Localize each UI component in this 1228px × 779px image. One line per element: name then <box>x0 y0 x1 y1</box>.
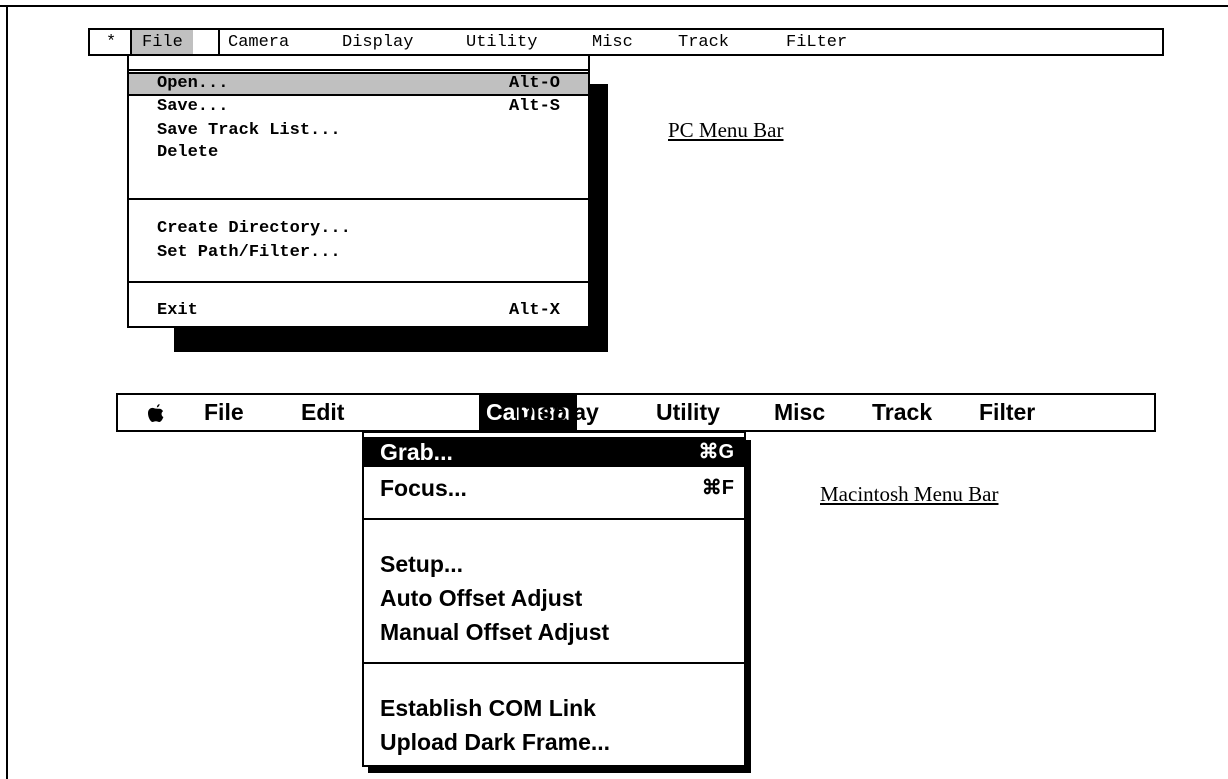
menu-item-label: Exit <box>157 301 198 320</box>
mac-menu-track[interactable]: Track <box>872 395 932 430</box>
menu-item-label: Delete <box>157 143 219 162</box>
pc-file-dropdown: Open... Alt-O Save... Alt-S Save Track L… <box>127 54 590 328</box>
mac-menu-filter[interactable]: Filter <box>979 395 1035 430</box>
pc-menu-misc[interactable]: Misc <box>592 30 633 54</box>
pc-menu-track[interactable]: Track <box>678 30 729 54</box>
mac-item-establish-com-link[interactable]: Establish COM Link <box>364 693 744 723</box>
pc-item-exit[interactable]: Exit Alt-X <box>129 300 588 322</box>
menu-item-label: Set Path/Filter... <box>157 243 341 262</box>
frame-left-border <box>6 5 8 779</box>
pc-menu-display[interactable]: Display <box>342 30 413 54</box>
menu-item-shortcut: ⌘F <box>701 477 734 499</box>
mac-menu-edit[interactable]: Edit <box>301 395 344 430</box>
mac-caption: Macintosh Menu Bar <box>820 482 999 506</box>
apple-icon[interactable] <box>148 404 164 422</box>
menu-item-shortcut: Alt-S <box>508 97 560 116</box>
pc-system-menu[interactable]: * <box>106 30 116 54</box>
mac-item-setup[interactable]: Setup... <box>364 549 744 579</box>
mac-item-focus[interactable]: Focus... ⌘F <box>364 473 744 503</box>
pc-menu-bar: * File Camera Display Utility Misc Track… <box>88 28 1164 56</box>
pc-menu-filter[interactable]: FiLter <box>786 30 847 54</box>
pc-menu-camera[interactable]: Camera <box>228 30 289 54</box>
menu-item-label: Setup... <box>380 551 464 577</box>
pc-menu-shadow <box>174 328 608 352</box>
menu-item-label: Save... <box>157 97 229 116</box>
frame-top-border <box>0 5 1228 7</box>
menu-item-label: Establish COM Link <box>380 695 596 721</box>
pc-menu-shadow <box>588 84 608 352</box>
menu-item-label: Grab... <box>380 439 453 465</box>
menu-item-label: Create Directory... <box>157 219 351 238</box>
mac-item-upload-dark-frame[interactable]: Upload Dark Frame... <box>364 727 744 757</box>
pc-menu-file[interactable]: File <box>132 30 193 54</box>
menu-item-label: Manual Offset Adjust <box>380 619 610 645</box>
menu-item-label: Upload Dark Frame... <box>380 729 611 755</box>
pc-item-set-path-filter[interactable]: Set Path/Filter... <box>129 242 588 264</box>
mac-dropdown-divider <box>364 662 744 664</box>
mac-item-grab[interactable]: Grab... ⌘G <box>364 437 744 467</box>
pc-menu-utility[interactable]: Utility <box>466 30 537 54</box>
mac-menu-file[interactable]: File <box>204 395 244 430</box>
mac-item-auto-offset-adjust[interactable]: Auto Offset Adjust <box>364 583 744 613</box>
pc-item-open[interactable]: Open... Alt-O <box>129 72 588 96</box>
menu-item-shortcut: Alt-X <box>508 301 560 320</box>
pc-item-delete[interactable]: Delete <box>129 142 588 164</box>
mac-menu-display[interactable]: Display <box>517 395 599 430</box>
pc-item-save[interactable]: Save... Alt-S <box>129 96 588 118</box>
menu-item-label: Focus... <box>380 475 467 501</box>
menu-item-label: Auto Offset Adjust <box>380 585 583 611</box>
menu-item-shortcut: ⌘G <box>698 441 734 463</box>
pc-dropdown-divider <box>129 281 588 283</box>
menu-item-label: Open... <box>157 74 229 93</box>
mac-item-manual-offset-adjust[interactable]: Manual Offset Adjust <box>364 617 744 647</box>
pc-caption: PC Menu Bar <box>668 118 784 142</box>
pc-item-create-directory[interactable]: Create Directory... <box>129 218 588 240</box>
menu-item-label: Save Track List... <box>157 121 341 140</box>
pc-dropdown-divider <box>129 69 588 71</box>
mac-camera-dropdown: Grab... ⌘G Focus... ⌘F Setup... Auto Off… <box>362 431 746 767</box>
mac-menu-utility[interactable]: Utility <box>656 395 720 430</box>
pc-item-save-track-list[interactable]: Save Track List... <box>129 120 588 142</box>
pc-separator <box>218 30 220 54</box>
pc-dropdown-divider <box>129 198 588 200</box>
mac-dropdown-divider <box>364 518 744 520</box>
mac-menu-bar: File Edit Camera Display Utility Misc Tr… <box>116 393 1156 432</box>
menu-item-shortcut: Alt-O <box>508 74 560 93</box>
mac-menu-misc[interactable]: Misc <box>774 395 825 430</box>
